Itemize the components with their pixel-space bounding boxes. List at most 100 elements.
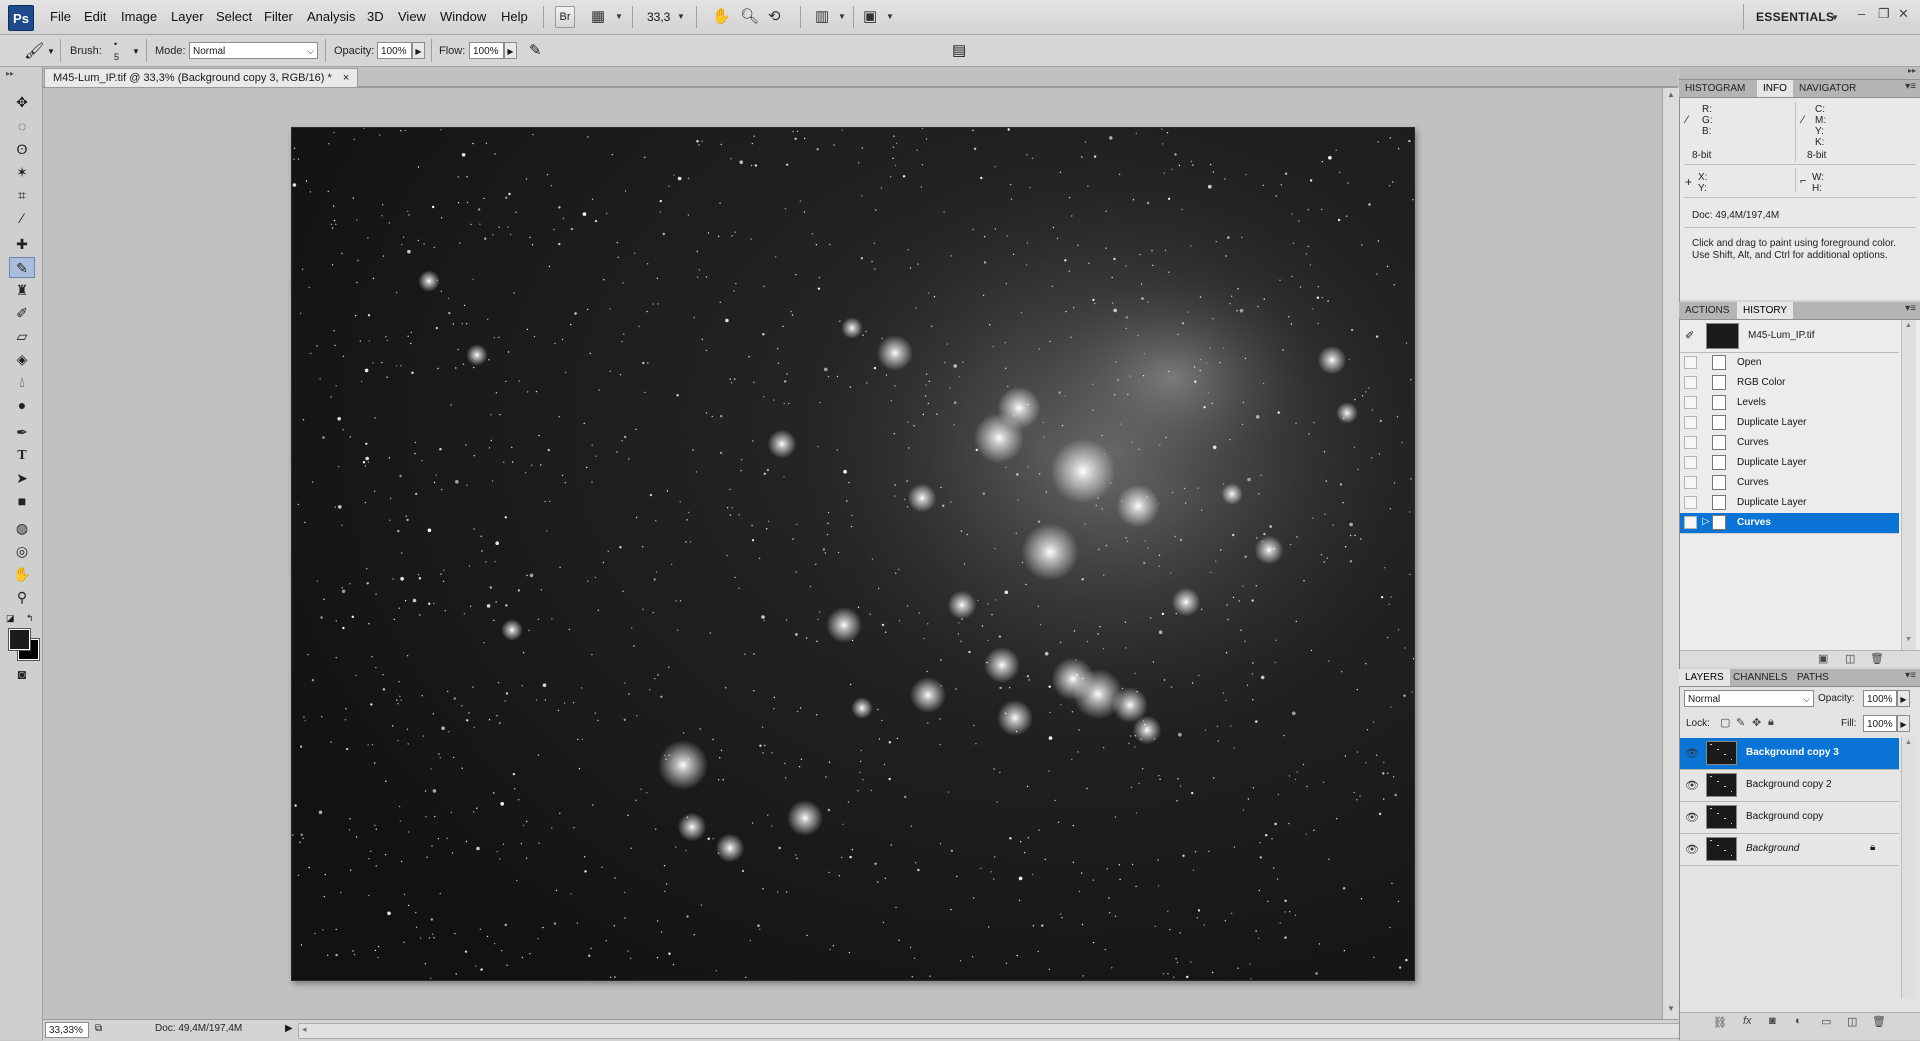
history-source-checkbox[interactable] (1684, 416, 1697, 429)
swap-colors-icon[interactable]: ↰ (26, 613, 34, 624)
lasso-tool-icon[interactable]: ʘ (9, 139, 35, 160)
history-slider-icon[interactable]: ▷ (1702, 516, 1710, 527)
menu-help[interactable]: Help (501, 9, 528, 24)
menu-analysis[interactable]: Analysis (307, 9, 355, 24)
type-tool-icon[interactable]: T (9, 445, 35, 466)
layer-row[interactable]: 👁︎ Background copy 3 (1680, 738, 1899, 770)
history-scrollbar[interactable]: ▲ ▼ (1901, 320, 1916, 650)
panel-menu-icon[interactable]: ▾≡ (1905, 81, 1916, 92)
scroll-left-icon[interactable]: ◂ (302, 1024, 307, 1035)
blend-mode-select[interactable]: Normal ⌵ (189, 42, 318, 59)
path-selection-tool-icon[interactable]: ➤ (9, 468, 35, 489)
history-brush-source-icon[interactable]: ✐ (1685, 329, 1694, 342)
vertical-scrollbar[interactable]: ▲ ▼ (1662, 88, 1679, 1019)
minimize-icon[interactable]: – (1858, 6, 1865, 21)
history-source-checkbox[interactable] (1684, 356, 1697, 369)
lock-position-icon[interactable]: ✥ (1752, 716, 1761, 729)
lock-transparency-icon[interactable]: ▢ (1720, 716, 1730, 729)
restore-icon[interactable]: ❐ (1878, 6, 1890, 22)
pen-tool-icon[interactable]: ✒ (9, 422, 35, 443)
foreground-color-swatch[interactable] (8, 628, 31, 651)
history-snapshot-row[interactable]: ✐ M45-Lum_IP.tif (1680, 320, 1899, 353)
healing-brush-tool-icon[interactable]: ✚ (9, 234, 35, 255)
menu-layer[interactable]: Layer (171, 9, 204, 24)
chevron-down-icon[interactable]: ▼ (1831, 13, 1839, 22)
history-brush-tool-icon[interactable]: ✐ (9, 303, 35, 324)
history-state-row[interactable]: Duplicate Layer (1680, 453, 1899, 474)
scroll-up-icon[interactable]: ▲ (1667, 90, 1675, 99)
history-state-row[interactable]: Levels (1680, 393, 1899, 414)
flow-input[interactable]: 100% (469, 42, 504, 59)
brush-panel-toggle-icon[interactable]: ▤ (952, 41, 966, 59)
arrange-documents-icon[interactable]: ▥ (815, 7, 829, 25)
history-state-row[interactable]: ▷ Curves (1680, 513, 1899, 534)
brush-dot-icon[interactable]: • (114, 39, 117, 49)
close-icon[interactable]: ✕ (1898, 6, 1909, 22)
history-source-checkbox[interactable] (1684, 376, 1697, 389)
move-tool-icon[interactable]: ✥ (9, 92, 35, 113)
layer-opacity-arrow-icon[interactable]: ▶ (1897, 690, 1910, 707)
menu-edit[interactable]: Edit (84, 9, 106, 24)
tab-paths[interactable]: PATHS (1791, 669, 1835, 686)
panel-menu-icon[interactable]: ▾≡ (1905, 670, 1916, 681)
delete-state-icon[interactable]: 🗑︎ (1870, 652, 1884, 665)
opacity-input[interactable]: 100% (377, 42, 412, 59)
layer-blend-mode-select[interactable]: Normal ⌵ (1684, 690, 1814, 707)
opacity-slider-arrow-icon[interactable]: ▶ (412, 42, 425, 59)
marquee-tool-icon[interactable]: ◌ (9, 116, 35, 137)
history-source-checkbox[interactable] (1684, 516, 1697, 529)
history-source-checkbox[interactable] (1684, 476, 1697, 489)
history-source-checkbox[interactable] (1684, 396, 1697, 409)
new-group-icon[interactable]: ▭ (1821, 1015, 1831, 1028)
chevron-down-icon[interactable]: ▼ (886, 12, 894, 21)
tab-history[interactable]: HISTORY (1737, 302, 1794, 319)
document-tab[interactable]: M45-Lum_IP.tif @ 33,3% (Background copy … (44, 68, 359, 87)
lock-all-icon[interactable]: 🔒︎ (1768, 716, 1774, 729)
dodge-tool-icon[interactable]: ● (9, 395, 35, 416)
zoom-icon[interactable]: 🔍︎ (740, 7, 759, 25)
menu-filter[interactable]: Filter (264, 9, 293, 24)
new-layer-icon[interactable]: ◫ (1847, 1015, 1857, 1028)
image-canvas[interactable] (291, 127, 1415, 981)
brush-tool-preset-icon[interactable]: 🖌︎ (24, 41, 44, 61)
chevron-down-icon[interactable]: ▼ (47, 47, 55, 56)
tab-histogram[interactable]: HISTOGRAM (1679, 80, 1751, 97)
layer-row[interactable]: 👁︎ Background copy (1680, 802, 1899, 834)
status-menu-arrow-icon[interactable]: ▶ (285, 1023, 293, 1034)
history-state-row[interactable]: Curves (1680, 433, 1899, 454)
chevron-down-icon[interactable]: ▼ (615, 12, 623, 21)
default-colors-icon[interactable]: ◪ (6, 613, 15, 624)
history-source-checkbox[interactable] (1684, 436, 1697, 449)
scroll-down-icon[interactable]: ▼ (1905, 636, 1912, 643)
eyedropper-tool-icon[interactable]: ⁄ (9, 208, 35, 229)
menu-select[interactable]: Select (216, 9, 252, 24)
zoom-level-dropdown[interactable]: 33,3 (647, 10, 670, 24)
history-state-row[interactable]: RGB Color (1680, 373, 1899, 394)
3d-orbit-tool-icon[interactable]: ◎ (9, 541, 35, 562)
adjustment-layer-icon[interactable]: ◐ (1795, 1015, 1802, 1027)
bridge-button[interactable]: Br (555, 6, 575, 28)
link-layers-icon[interactable]: ⛓︎ (1713, 1016, 1727, 1029)
view-extras-icon[interactable]: ▦ (591, 7, 605, 25)
layer-row[interactable]: 👁︎ Background copy 2 (1680, 770, 1899, 802)
magic-wand-tool-icon[interactable]: ✶ (9, 162, 35, 183)
menu-3d[interactable]: 3D (367, 9, 384, 24)
flow-slider-arrow-icon[interactable]: ▶ (504, 42, 517, 59)
close-tab-icon[interactable]: × (343, 72, 349, 84)
status-preview-icon[interactable]: ⧉ (95, 1023, 102, 1034)
chevron-down-icon[interactable]: ▼ (838, 12, 846, 21)
scroll-down-icon[interactable]: ▼ (1667, 1004, 1675, 1013)
history-state-row[interactable]: Curves (1680, 473, 1899, 494)
visibility-eye-icon[interactable]: 👁︎ (1685, 811, 1699, 824)
tab-layers[interactable]: LAYERS (1679, 669, 1730, 686)
lock-pixels-icon[interactable]: ✎ (1736, 716, 1745, 729)
layer-opacity-input[interactable]: 100% (1863, 690, 1897, 707)
expand-panels-icon[interactable]: ▸▸ (1908, 66, 1916, 75)
airbrush-icon[interactable]: ✎ (529, 41, 542, 59)
quick-mask-icon[interactable]: ◙ (9, 664, 35, 685)
tab-navigator[interactable]: NAVIGATOR (1793, 80, 1862, 97)
brush-size-value[interactable]: 5 (114, 52, 119, 62)
blur-tool-icon[interactable]: 💧︎ (9, 372, 35, 393)
eraser-tool-icon[interactable]: ▱ (9, 326, 35, 347)
horizontal-scrollbar[interactable]: ◂ (298, 1023, 1705, 1039)
